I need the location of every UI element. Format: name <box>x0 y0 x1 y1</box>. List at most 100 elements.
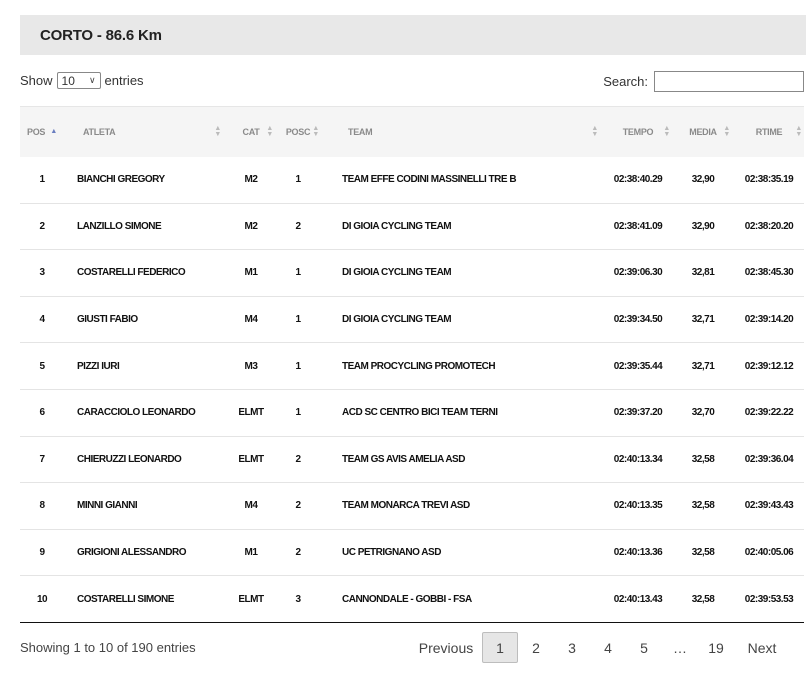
cell-posc: 3 <box>295 593 301 605</box>
table-row: 6 CARACCIOLO LEONARDO ELMT 1 ACD SC CENTRO B… <box>20 389 804 437</box>
next-page-button[interactable]: Next <box>734 632 790 663</box>
cell-posc: 2 <box>295 500 301 512</box>
cell-posc: 1 <box>295 360 301 372</box>
cell-cat: ELMT <box>238 453 264 465</box>
column-header-rtime[interactable]: RTIME ▲ ▼ <box>734 107 804 157</box>
cell-cat: M1 <box>244 547 258 559</box>
cell-pos: 8 <box>39 500 45 512</box>
table-row: 9 GRIGIONI ALESSANDRO M1 2 UC PETRIGNANO ASD… <box>20 529 804 576</box>
sort-icon: ▲ ▼ <box>266 124 273 138</box>
cell-rtime: 02:39:53.53 <box>744 593 794 605</box>
cell-tempo: 02:39:35.44 <box>613 360 663 372</box>
table-row: 7 CHIERUZZI LEONARDO ELMT 2 TEAM GS AVIS AME… <box>20 436 804 483</box>
cell-rtime: 02:39:43.43 <box>744 500 794 512</box>
cell-tempo: 02:39:06.30 <box>613 267 663 279</box>
cell-team: TEAM PROCYCLING PROMOTECH <box>342 360 496 372</box>
cell-team: DI GIOIA CYCLING TEAM <box>342 220 452 232</box>
search-label: Search: <box>603 74 648 89</box>
pagination: Previous 1 2 3 4 5 … 19 Next <box>410 631 790 664</box>
column-header-media[interactable]: MEDIA ▲ ▼ <box>672 107 734 157</box>
table-header-row: POS ▲ ATLETA ▲ ▼ CAT ▲ ▼ POSC ▲ ▼ TEAM ▲ ▼ T… <box>20 106 804 157</box>
cell-tempo: 02:40:13.35 <box>613 500 663 512</box>
column-header-cat[interactable]: CAT ▲ ▼ <box>227 107 275 157</box>
cell-atleta: MINNI GIANNI <box>77 500 138 512</box>
search-input[interactable] <box>654 71 804 92</box>
entries-select[interactable]: 10 ∨ <box>56 72 101 89</box>
cell-atleta: CHIERUZZI LEONARDO <box>77 453 182 465</box>
page-button-1[interactable]: 1 <box>482 632 518 663</box>
cell-team: TEAM MONARCA TREVI ASD <box>342 500 470 512</box>
cell-team: TEAM EFFE CODINI MASSINELLI TRE B <box>342 174 517 186</box>
cell-rtime: 02:39:14.20 <box>744 314 794 326</box>
sort-icon: ▲ ▼ <box>663 124 670 138</box>
cell-media: 32,70 <box>691 407 715 419</box>
cell-rtime: 02:38:45.30 <box>744 267 794 279</box>
cell-rtime: 02:39:12.12 <box>744 360 794 372</box>
sort-icon: ▲ ▼ <box>214 124 221 138</box>
cell-posc: 1 <box>295 407 301 419</box>
sort-ascending-icon: ▲ <box>50 128 57 136</box>
cell-tempo: 02:39:37.20 <box>613 407 663 419</box>
page-button-4[interactable]: 4 <box>590 632 626 663</box>
cell-pos: 10 <box>36 593 48 605</box>
page-button-2[interactable]: 2 <box>518 632 554 663</box>
chevron-down-icon: ∨ <box>88 75 96 85</box>
table-controls: Show 10 ∨ entries Search: <box>20 70 804 94</box>
cell-cat: M1 <box>244 267 258 279</box>
cell-media: 32,71 <box>691 360 715 372</box>
column-header-team[interactable]: TEAM ▲ ▼ <box>321 107 604 157</box>
cell-tempo: 02:39:34.50 <box>613 314 663 326</box>
cell-team: CANNONDALE - GOBBI - FSA <box>342 593 472 605</box>
cell-rtime: 02:38:35.19 <box>744 174 794 186</box>
cell-media: 32,71 <box>691 314 715 326</box>
cell-media: 32,58 <box>691 593 715 605</box>
table-row: 2 LANZILLO SIMONE M2 2 DI GIOIA CYCLING TEAM… <box>20 203 804 250</box>
cell-tempo: 02:40:13.43 <box>613 593 663 605</box>
cell-pos: 9 <box>39 547 45 559</box>
sort-icon: ▲ ▼ <box>312 124 319 138</box>
table-row: 8 MINNI GIANNI M4 2 TEAM MONARCA TREVI ASD 02… <box>20 483 804 530</box>
column-header-posc[interactable]: POSC ▲ ▼ <box>275 107 321 157</box>
cell-pos: 6 <box>39 407 45 419</box>
cell-team: ACD SC CENTRO BICI TEAM TERNI <box>342 407 498 419</box>
sort-icon: ▲ ▼ <box>723 124 730 138</box>
cell-atleta: COSTARELLI SIMONE <box>77 593 174 605</box>
table-info: Showing 1 to 10 of 190 entries <box>20 640 196 655</box>
cell-pos: 3 <box>39 267 45 279</box>
cell-tempo: 02:38:41.09 <box>613 220 663 232</box>
entries-label: entries <box>104 73 144 88</box>
results-table: POS ▲ ATLETA ▲ ▼ CAT ▲ ▼ POSC ▲ ▼ TEAM ▲ ▼ T… <box>20 106 804 623</box>
table-row: 4 GIUSTI FABIO M4 1 DI GIOIA CYCLING TEAM 02:… <box>20 296 804 343</box>
cell-team: TEAM GS AVIS AMELIA ASD <box>342 453 465 465</box>
sort-icon: ▲ ▼ <box>795 124 802 138</box>
cell-cat: ELMT <box>238 407 264 419</box>
page-button-19[interactable]: 19 <box>698 632 734 663</box>
pagination-ellipsis: … <box>673 639 687 656</box>
cell-media: 32,90 <box>691 174 715 186</box>
table-row: 3 COSTARELLI FEDERICO M1 1 DI GIOIA CYCLING … <box>20 250 804 297</box>
race-title-bar: CORTO - 86.6 Km <box>20 15 806 55</box>
cell-posc: 2 <box>295 547 301 559</box>
table-row: 1 BIANCHI GREGORY M2 1 TEAM EFFE CODINI MASS… <box>20 157 804 204</box>
cell-posc: 2 <box>295 220 301 232</box>
cell-cat: M2 <box>244 174 258 186</box>
cell-cat: M3 <box>244 360 258 372</box>
cell-tempo: 02:40:13.34 <box>613 453 663 465</box>
cell-rtime: 02:38:20.20 <box>744 220 794 232</box>
previous-page-button[interactable]: Previous <box>410 632 482 663</box>
column-header-tempo[interactable]: TEMPO ▲ ▼ <box>604 107 672 157</box>
cell-atleta: BIANCHI GREGORY <box>77 174 165 186</box>
column-header-pos[interactable]: POS ▲ <box>20 107 64 157</box>
cell-team: UC PETRIGNANO ASD <box>342 547 441 559</box>
length-control: Show 10 ∨ entries <box>20 72 144 89</box>
cell-pos: 1 <box>39 174 45 186</box>
cell-atleta: LANZILLO SIMONE <box>77 220 162 232</box>
cell-pos: 2 <box>39 220 45 232</box>
sort-icon: ▲ ▼ <box>591 124 598 138</box>
cell-tempo: 02:38:40.29 <box>613 174 663 186</box>
page-button-5[interactable]: 5 <box>626 632 662 663</box>
cell-posc: 1 <box>295 267 301 279</box>
column-header-atleta[interactable]: ATLETA ▲ ▼ <box>64 107 227 157</box>
cell-cat: M4 <box>244 500 258 512</box>
page-button-3[interactable]: 3 <box>554 632 590 663</box>
